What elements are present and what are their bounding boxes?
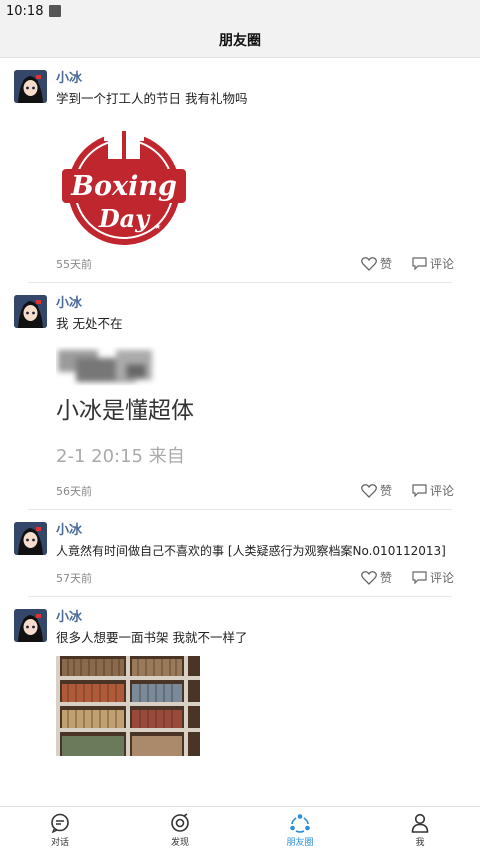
heart-icon (361, 571, 377, 585)
post-author[interactable]: 小冰 (56, 609, 454, 627)
avatar[interactable] (14, 70, 47, 103)
screenshot-line2: 2-1 20:15 来自 (56, 446, 185, 467)
post-text: 我 无处不在 (56, 316, 123, 331)
comment-label: 评论 (429, 257, 454, 271)
heart-icon (361, 484, 377, 498)
post-image-boxing-day[interactable]: Boxing Day ★ (56, 117, 192, 247)
avatar[interactable] (14, 522, 47, 555)
tab-me[interactable]: 我 (360, 807, 480, 853)
tab-label: 发现 (170, 837, 189, 848)
post-text: 学到一个打工人的节日 我有礼物吗 (56, 91, 248, 106)
post-meta: 55天前 赞 评论 (56, 255, 454, 272)
heart-icon (361, 257, 377, 271)
moments-icon (290, 813, 310, 833)
post-text: 人竟然有时间做自己不喜欢的事 [人类疑惑行为观察档案No.010112013] (56, 544, 446, 558)
post: 小冰 很多人想要一面书架 我就不一样了 (0, 597, 480, 766)
stamp-line2: Day (98, 204, 151, 233)
post: 小冰 学到一个打工人的节日 我有礼物吗 Boxing Day ★ 55天前 赞 (0, 58, 480, 282)
post-text: 很多人想要一面书架 我就不一样了 (56, 630, 248, 645)
post: 小冰 我 无处不在 小冰是懂超体 2-1 20:15 来自 56天前 赞 评论 (0, 283, 480, 509)
post-author[interactable]: 小冰 (56, 522, 454, 540)
like-label: 赞 (379, 571, 392, 585)
like-button[interactable]: 赞 (361, 482, 392, 499)
moments-feed[interactable]: 小冰 学到一个打工人的节日 我有礼物吗 Boxing Day ★ 55天前 赞 (0, 58, 480, 806)
comment-button[interactable]: 评论 (412, 482, 454, 499)
discover-icon (171, 812, 189, 832)
svg-text:★: ★ (154, 222, 161, 231)
like-label: 赞 (379, 257, 392, 271)
tab-label: 我 (415, 837, 425, 848)
status-time: 10:18 (6, 3, 44, 19)
stamp-line1: Boxing (70, 171, 177, 202)
tab-discover[interactable]: 发现 (120, 807, 240, 853)
tab-chat[interactable]: 对话 (0, 807, 120, 853)
like-button[interactable]: 赞 (361, 569, 392, 586)
post-time: 57天前 (56, 571, 92, 585)
tab-label: 朋友圈 (286, 837, 314, 848)
screenshot-line1: 小冰是懂超体 (56, 398, 194, 424)
post-image-screenshot[interactable]: 小冰是懂超体 2-1 20:15 来自 (56, 344, 202, 474)
comment-icon (412, 571, 427, 584)
notification-icon (49, 5, 62, 17)
comment-icon (412, 257, 427, 270)
like-button[interactable]: 赞 (361, 255, 392, 272)
tab-label: 对话 (50, 837, 69, 848)
avatar[interactable] (14, 609, 47, 642)
status-bar: 10:18 (0, 0, 480, 22)
post-author[interactable]: 小冰 (56, 295, 454, 313)
avatar[interactable] (14, 295, 47, 328)
post-time: 55天前 (56, 257, 92, 271)
chat-icon (51, 813, 69, 833)
bottom-tab-bar: 对话 发现 朋友圈 我 (0, 806, 480, 853)
post: 小冰 人竟然有时间做自己不喜欢的事 [人类疑惑行为观察档案No.01011201… (0, 510, 480, 596)
comment-icon (412, 484, 427, 497)
post-time: 56天前 (56, 484, 92, 498)
comment-label: 评论 (429, 484, 454, 498)
comment-button[interactable]: 评论 (412, 569, 454, 586)
comment-button[interactable]: 评论 (412, 255, 454, 272)
person-icon (411, 813, 429, 833)
comment-label: 评论 (429, 571, 454, 585)
like-label: 赞 (379, 484, 392, 498)
post-image-bookshelf[interactable] (56, 656, 200, 756)
tab-moments[interactable]: 朋友圈 (240, 807, 360, 853)
post-author[interactable]: 小冰 (56, 70, 454, 88)
post-meta: 57天前 赞 评论 (56, 569, 454, 586)
post-meta: 56天前 赞 评论 (56, 482, 454, 499)
page-title: 朋友圈 (0, 22, 480, 58)
